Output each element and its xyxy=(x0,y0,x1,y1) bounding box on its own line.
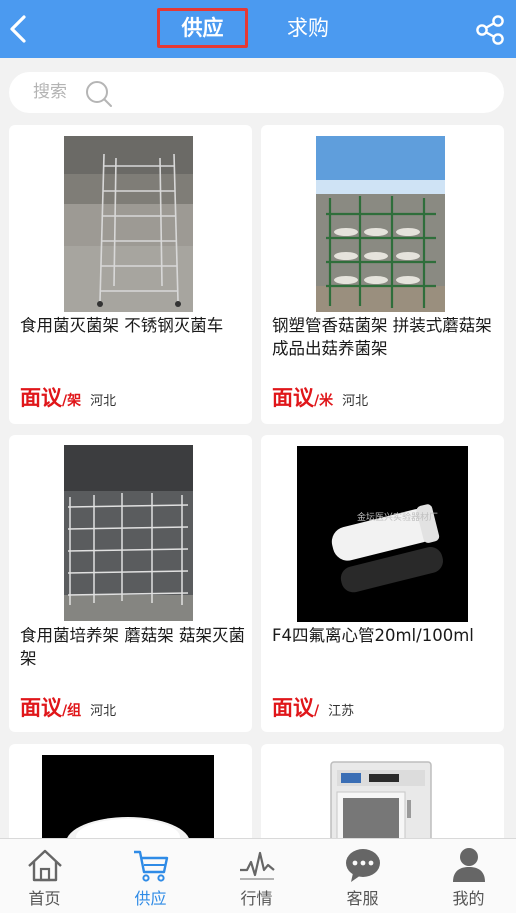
product-card[interactable]: 食用菌培养架 蘑菇架 菇架灭菌架 面议/组 河北 xyxy=(9,435,252,732)
tabbar-item-home[interactable]: 首页 xyxy=(0,839,96,913)
tabbar-label: 行情 xyxy=(240,889,273,908)
chat-icon xyxy=(346,849,380,882)
search-input[interactable]: 搜索 xyxy=(9,72,504,113)
price-row: 面议/米 河北 xyxy=(272,382,368,412)
product-title: 食用菌灭菌架 不锈钢灭菌车 xyxy=(20,316,224,335)
price-unit: /米 xyxy=(314,393,334,409)
tabbar-item-supply[interactable]: 供应 xyxy=(99,839,202,913)
tabbar-label: 我的 xyxy=(452,889,485,908)
watermark-text: 金坛医兴实验器材厂 xyxy=(357,511,438,523)
search-placeholder: 搜索 xyxy=(33,82,67,102)
tabbar-label: 供应 xyxy=(134,889,167,908)
product-region: 河北 xyxy=(342,394,369,409)
product-card[interactable]: 金坛医兴实验器材厂 F4四氟离心管20ml/100ml 面议/ 江苏 xyxy=(261,435,504,732)
product-price: 面议 xyxy=(20,386,62,410)
tabbar-label: 客服 xyxy=(346,889,379,908)
user-icon xyxy=(453,848,485,882)
product-region: 河北 xyxy=(90,394,117,409)
tab-supply[interactable]: 供应 xyxy=(157,8,248,48)
tab-buy[interactable]: 求购 xyxy=(270,8,346,48)
price-row: 面议/组 河北 xyxy=(20,692,116,722)
share-button[interactable] xyxy=(472,12,508,48)
product-region: 江苏 xyxy=(328,704,355,719)
cart-icon xyxy=(134,850,169,882)
share-icon xyxy=(476,15,504,45)
product-title: 钢塑管香菇菌架 拼装式蘑菇架 成品出菇养菌架 xyxy=(272,316,492,358)
price-unit: /组 xyxy=(62,703,82,719)
product-image xyxy=(316,136,445,312)
search-icon[interactable] xyxy=(85,80,113,108)
product-price: 面议 xyxy=(20,696,62,720)
product-card[interactable]: 食用菌灭菌架 不锈钢灭菌车 面议/架 河北 xyxy=(9,125,252,424)
product-image: 金坛医兴实验器材厂 xyxy=(297,446,468,622)
price-row: 面议/ 江苏 xyxy=(272,692,354,722)
tabbar-item-service[interactable]: 客服 xyxy=(311,839,414,913)
price-unit: / xyxy=(314,703,320,719)
product-title: 食用菌培养架 蘑菇架 菇架灭菌架 xyxy=(20,626,245,668)
product-card[interactable]: 钢塑管香菇菌架 拼装式蘑菇架 成品出菇养菌架 面议/米 河北 xyxy=(261,125,504,424)
product-region: 河北 xyxy=(90,704,117,719)
back-button[interactable] xyxy=(4,9,36,49)
chevron-left-icon xyxy=(10,15,26,43)
trend-icon xyxy=(240,851,275,880)
product-title: F4四氟离心管20ml/100ml xyxy=(272,626,474,645)
price-unit: /架 xyxy=(62,393,82,409)
product-price: 面议 xyxy=(272,386,314,410)
header-bar: 供应 求购 xyxy=(0,0,516,58)
bottom-tab-bar: 首页 供应 行情 客服 我的 xyxy=(0,838,516,913)
product-price: 面议 xyxy=(272,696,314,720)
tabbar-label: 首页 xyxy=(28,889,61,908)
product-image xyxy=(64,445,193,621)
home-icon xyxy=(28,849,62,882)
tabbar-item-market[interactable]: 行情 xyxy=(205,839,308,913)
product-image xyxy=(64,136,193,312)
price-row: 面议/架 河北 xyxy=(20,382,116,412)
tabbar-item-mine[interactable]: 我的 xyxy=(417,839,516,913)
